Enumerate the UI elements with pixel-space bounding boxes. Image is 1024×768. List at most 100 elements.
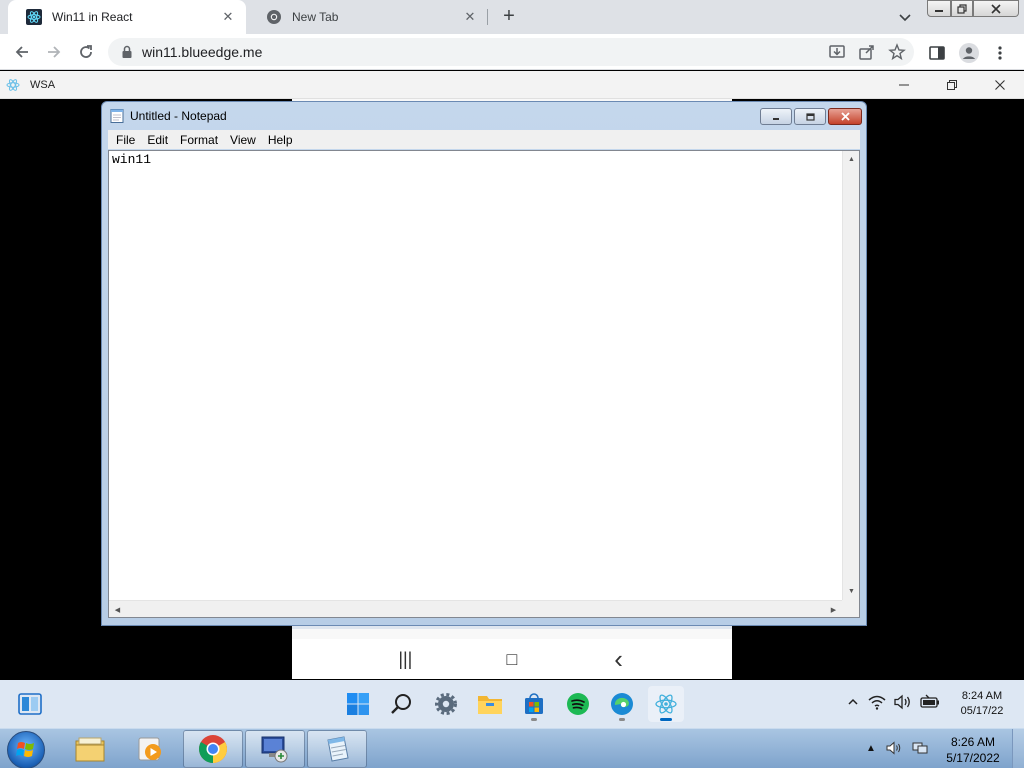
- running-indicator: [531, 718, 537, 721]
- wsa-close-button[interactable]: [976, 71, 1024, 99]
- volume-icon[interactable]: [886, 741, 902, 755]
- chevron-up-icon[interactable]: [846, 695, 860, 709]
- react-favicon-icon: [26, 9, 42, 25]
- tab-title: New Tab: [292, 10, 339, 24]
- notepad-maximize-button[interactable]: [794, 108, 826, 125]
- remote-desktop-icon: [261, 736, 288, 763]
- microsoft-store-app[interactable]: [516, 686, 552, 722]
- android-home-button[interactable]: □: [500, 647, 524, 671]
- show-hidden-icons-icon[interactable]: ▲: [866, 743, 876, 754]
- tab-new-tab[interactable]: New Tab ✕: [248, 0, 488, 34]
- store-icon: [525, 693, 543, 714]
- gear-icon: [435, 693, 457, 715]
- close-icon: [995, 80, 1005, 90]
- win11-pinned-apps: [340, 686, 684, 722]
- notepad-menubar: File Edit Format View Help: [108, 130, 860, 149]
- search-button[interactable]: [384, 686, 420, 722]
- profile-avatar-icon[interactable]: [958, 42, 980, 64]
- win7-media-player-pin[interactable]: [120, 730, 180, 768]
- volume-icon[interactable]: [894, 694, 912, 710]
- browser-tabstrip: Win11 in React ✕ New Tab ✕ +: [0, 0, 1024, 34]
- android-back-button[interactable]: ‹: [607, 644, 631, 674]
- close-icon: [840, 112, 850, 121]
- tab-title: Win11 in React: [52, 10, 133, 24]
- spotify-app[interactable]: [560, 686, 596, 722]
- toolbar-right: [928, 42, 1008, 64]
- battery-icon[interactable]: [920, 694, 940, 710]
- tab-separator: [487, 9, 488, 25]
- share-icon[interactable]: [858, 43, 876, 61]
- react-app[interactable]: [648, 686, 684, 722]
- more-vertical-icon[interactable]: [992, 44, 1008, 62]
- restore-button[interactable]: [951, 0, 973, 17]
- arrow-left-icon: [15, 46, 28, 58]
- menu-format[interactable]: Format: [174, 133, 224, 147]
- show-desktop-button[interactable]: [1012, 729, 1024, 768]
- wifi-icon[interactable]: [868, 694, 886, 710]
- win7-clock[interactable]: 8:26 AM 5/17/2022: [940, 734, 1006, 766]
- win7-taskbar: ▲ 8:26 AM 5/17/2022: [0, 728, 1024, 768]
- vertical-scrollbar[interactable]: ▲ ▼: [842, 151, 859, 600]
- notepad-minimize-button[interactable]: [760, 108, 792, 125]
- start-button[interactable]: [340, 686, 376, 722]
- close-tab-icon[interactable]: ✕: [220, 9, 236, 25]
- resize-grip[interactable]: [842, 600, 859, 617]
- wsa-minimize-button[interactable]: [880, 71, 928, 99]
- notepad-text-area[interactable]: win11 ▲ ▼ ◀ ▶: [108, 150, 860, 618]
- forward-button[interactable]: [44, 42, 64, 62]
- folder-library-icon: [75, 737, 105, 762]
- bookmark-star-icon[interactable]: [888, 43, 906, 61]
- notepad-close-button[interactable]: [828, 108, 862, 125]
- notepad-content[interactable]: win11: [112, 152, 151, 167]
- win7-notepad-window[interactable]: [307, 730, 367, 768]
- notepad-icon: [110, 109, 124, 123]
- settings-app[interactable]: [428, 686, 464, 722]
- horizontal-scrollbar[interactable]: ◀ ▶: [109, 600, 842, 617]
- minimize-icon: [935, 9, 943, 12]
- android-recents-button[interactable]: |||: [393, 647, 417, 671]
- active-indicator: [660, 718, 672, 721]
- tab-win11-in-react[interactable]: Win11 in React ✕: [8, 0, 246, 34]
- spotify-icon: [567, 693, 589, 715]
- android-navigation-bar: ||| □ ‹: [292, 639, 732, 679]
- win7-remote-desktop-window[interactable]: [245, 730, 305, 768]
- close-tab-icon[interactable]: ✕: [462, 9, 478, 25]
- network-icon[interactable]: [912, 741, 928, 755]
- windows-logo-icon: [347, 693, 369, 715]
- install-app-icon[interactable]: [828, 43, 846, 61]
- menu-edit[interactable]: Edit: [141, 133, 174, 147]
- side-panel-icon[interactable]: [928, 44, 946, 62]
- menu-view[interactable]: View: [224, 133, 262, 147]
- reload-button[interactable]: [76, 42, 96, 62]
- media-player-icon: [138, 737, 161, 761]
- win11-time: 8:24 AM: [961, 690, 1003, 702]
- widgets-icon[interactable]: [18, 693, 42, 715]
- windows-flag-icon: [16, 742, 34, 757]
- new-tab-button[interactable]: +: [498, 6, 520, 28]
- notepad-window-controls: [760, 108, 862, 125]
- edge-app[interactable]: [604, 686, 640, 722]
- chevron-down-icon[interactable]: [896, 8, 914, 26]
- scroll-down-icon[interactable]: ▼: [843, 583, 860, 600]
- minimize-button[interactable]: [927, 0, 951, 17]
- edge-icon: [611, 693, 633, 715]
- win7-start-button[interactable]: [7, 731, 45, 768]
- win7-explorer-pin[interactable]: [60, 730, 120, 768]
- win11-clock[interactable]: 8:24 AM 05/17/22: [952, 689, 1012, 719]
- back-button[interactable]: [12, 42, 32, 62]
- restore-icon: [947, 80, 957, 90]
- lock-icon: [122, 45, 132, 58]
- scroll-right-icon[interactable]: ▶: [825, 601, 842, 618]
- address-bar[interactable]: win11.blueedge.me: [108, 38, 914, 66]
- menu-file[interactable]: File: [110, 133, 141, 147]
- wsa-maximize-button[interactable]: [928, 71, 976, 99]
- win7-chrome-window[interactable]: [183, 730, 243, 768]
- notepad-titlebar[interactable]: Untitled - Notepad: [110, 108, 227, 123]
- file-explorer-app[interactable]: [472, 686, 508, 722]
- close-icon: [991, 3, 1001, 14]
- scroll-up-icon[interactable]: ▲: [843, 151, 860, 168]
- close-window-button[interactable]: [973, 0, 1019, 17]
- scroll-left-icon[interactable]: ◀: [109, 601, 126, 618]
- win11-taskbar: 8:24 AM 05/17/22: [0, 680, 1024, 728]
- menu-help[interactable]: Help: [262, 133, 299, 147]
